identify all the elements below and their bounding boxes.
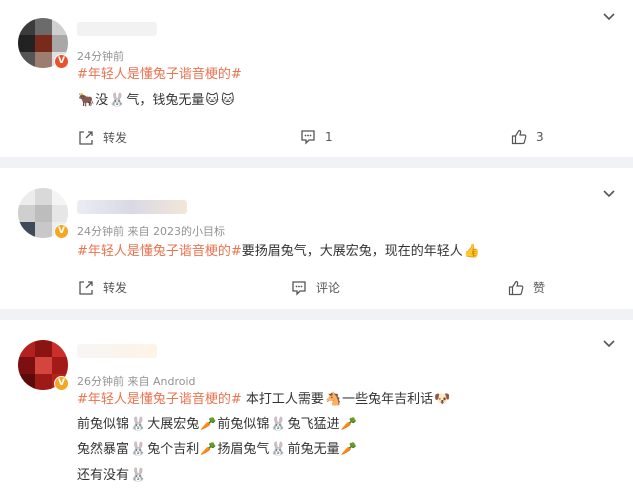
comment-meta: 24分钟前 来自 2023的小目标	[77, 225, 225, 238]
rabbit-emoji-icon: 🐰	[130, 442, 147, 457]
comment-body: 还有没有🐰	[77, 465, 147, 487]
chevron-down-icon[interactable]	[602, 10, 616, 24]
like-icon	[511, 129, 527, 145]
repost-button[interactable]: 转发	[78, 279, 127, 296]
username-blurred[interactable]	[77, 344, 157, 358]
comment-meta: 26分钟前 来自 Android	[77, 375, 196, 388]
comment-body: #年轻人是懂兔子谐音梗的# 本打工人需要🐴一些兔年吉利话🐶	[77, 389, 451, 411]
comment-body: 🐂没🐰气，钱兔无量🐱 🐱	[77, 90, 236, 112]
dog-emoji-icon: 🐶	[434, 392, 451, 407]
hashtag-link[interactable]: #年轻人是懂兔子谐音梗的#	[77, 392, 242, 407]
verified-badge: V	[54, 54, 69, 69]
comment-body: #年轻人是懂兔子谐音梗的#要扬眉兔气，大展宏兔，现在的年轻人👍	[77, 241, 481, 263]
comment-body: 兔然暴富🐰兔个吉利🥕扬眉兔气🐰前兔无量🥕	[77, 439, 358, 461]
carrot-emoji-icon: 🥕	[200, 417, 217, 432]
like-button[interactable]: 3	[511, 129, 544, 145]
separator	[0, 157, 633, 168]
action-bar: 转发 1 3	[0, 129, 633, 149]
like-button[interactable]: 赞	[508, 279, 545, 296]
carrot-emoji-icon: 🥕	[340, 417, 357, 432]
comment-body: 前兔似锦🐰大展宏兔🥕前兔似锦🐰兔飞猛进🥕	[77, 414, 358, 436]
ox-emoji-icon: 🐂	[78, 93, 95, 108]
comment-feed: V 24分钟前 #年轻人是懂兔子谐音梗的# 🐂没🐰气，钱兔无量🐱 🐱 转发 1 3	[0, 0, 633, 494]
rabbit-emoji-icon: 🐰	[130, 417, 147, 432]
horse-emoji-icon: 🐴	[324, 392, 342, 407]
repost-icon	[79, 280, 93, 295]
repost-button[interactable]: 转发	[78, 129, 127, 146]
comment-icon	[292, 280, 306, 296]
carrot-emoji-icon: 🥕	[200, 442, 217, 457]
hashtag-link[interactable]: #年轻人是懂兔子谐音梗的#	[77, 244, 242, 259]
comment-card: V 24分钟前 来自 2023的小目标 #年轻人是懂兔子谐音梗的#要扬眉兔气，大…	[0, 168, 633, 309]
comment-icon	[301, 130, 315, 145]
rabbit-emoji-icon: 🐰	[130, 468, 147, 483]
cat-emoji-icon: 🐱	[220, 93, 235, 108]
carrot-emoji-icon: 🥕	[340, 442, 357, 457]
comment-button[interactable]: 评论	[291, 279, 340, 296]
hashtag-link[interactable]: #年轻人是懂兔子谐音梗的#	[77, 64, 242, 86]
action-bar: 转发 评论 赞	[0, 279, 633, 299]
comment-button[interactable]: 1	[300, 129, 333, 145]
comment-meta: 24分钟前	[77, 50, 124, 63]
cat-emoji-icon: 🐱	[205, 93, 219, 108]
rabbit-emoji-icon: 🐰	[270, 417, 287, 432]
username-blurred[interactable]	[77, 22, 157, 36]
rabbit-emoji-icon: 🐰	[270, 442, 287, 457]
like-icon	[508, 280, 524, 295]
username-blurred[interactable]	[77, 200, 187, 214]
separator	[0, 309, 633, 320]
chevron-down-icon[interactable]	[602, 187, 616, 201]
thumbs-up-emoji-icon: 👍	[463, 244, 480, 259]
comment-card: V 24分钟前 #年轻人是懂兔子谐音梗的# 🐂没🐰气，钱兔无量🐱 🐱 转发 1 3	[0, 0, 633, 157]
comment-card: V 26分钟前 来自 Android #年轻人是懂兔子谐音梗的# 本打工人需要🐴…	[0, 320, 633, 494]
chevron-down-icon[interactable]	[602, 337, 616, 351]
verified-badge: V	[54, 224, 69, 239]
repost-icon	[79, 130, 93, 145]
rabbit-emoji-icon: 🐰	[109, 93, 126, 108]
verified-badge: V	[54, 376, 69, 391]
